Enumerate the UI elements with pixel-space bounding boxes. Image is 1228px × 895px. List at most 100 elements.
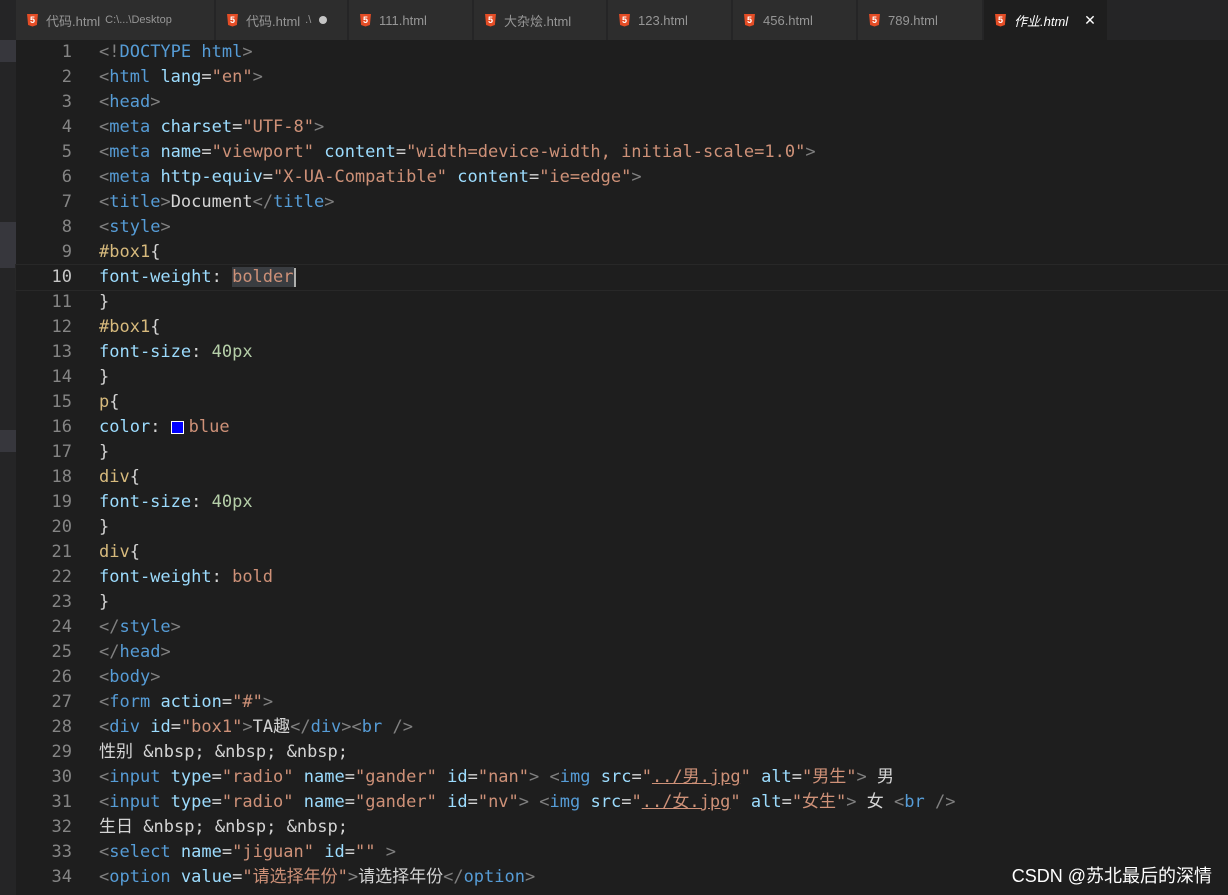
code-line[interactable]: 20} (16, 515, 1228, 540)
html5-file-icon: 5 (227, 13, 238, 27)
code-token: " (631, 792, 642, 812)
code-line[interactable]: 4 <meta charset="UTF-8"> (16, 115, 1228, 140)
close-icon[interactable]: ✕ (1084, 12, 1096, 29)
code-line[interactable]: 14} (16, 365, 1228, 390)
code-line[interactable]: 25 </head> (16, 640, 1228, 665)
code-text: <input type="radio" name="gander" id="nv… (99, 790, 955, 815)
code-line[interactable]: 30 <input type="radio" name="gander" id="… (16, 765, 1228, 790)
code-token: = (344, 767, 355, 787)
code-line[interactable]: 17} (16, 440, 1228, 465)
code-line[interactable]: 27 <form action="#"> (16, 690, 1228, 715)
tab[interactable]: 5 代码.html C:\...\Desktop (16, 0, 215, 40)
code-token: < (99, 217, 110, 237)
code-line[interactable]: 15 p{ (16, 390, 1228, 415)
code-token: = (631, 767, 642, 787)
code-line[interactable]: 8 <style> (16, 215, 1228, 240)
html5-file-icon: 5 (360, 13, 371, 27)
code-line[interactable]: 1 <!DOCTYPE html> (16, 40, 1228, 65)
code-line[interactable]: 3 <head> (16, 90, 1228, 115)
code-token: &nbsp; (143, 817, 205, 837)
code-line[interactable]: 11} (16, 290, 1228, 315)
code-line[interactable]: 21 div{ (16, 540, 1228, 565)
tab[interactable]: 5 作业.html ✕ (984, 0, 1108, 40)
code-token: head (119, 642, 161, 662)
code-token: < (99, 692, 110, 712)
line-number: 8 (61, 217, 72, 237)
code-token: title (273, 192, 325, 212)
code-token: 40px (211, 492, 253, 512)
code-line[interactable]: 13 font-size: 40px (16, 340, 1228, 365)
code-token: >< (341, 717, 362, 737)
line-number: 16 (51, 417, 72, 437)
code-token: type (160, 767, 212, 787)
code-token: = (467, 792, 478, 812)
code-token: < (99, 792, 110, 812)
code-token: p (99, 392, 110, 412)
code-token: " (641, 767, 652, 787)
code-text: font-size: 40px (99, 340, 253, 365)
code-editor[interactable]: 1 <!DOCTYPE html> 2 <html lang="en"> 3 <head>… (15, 40, 1228, 895)
code-token: : (150, 417, 171, 437)
code-token: "女生" (791, 792, 847, 812)
tab[interactable]: 5 456.html (733, 0, 857, 40)
code-token: TA趣 (252, 717, 291, 737)
tab[interactable]: 5 大杂烩.html (474, 0, 607, 40)
code-line[interactable]: 23} (16, 590, 1228, 615)
unsaved-dot-icon[interactable] (319, 16, 328, 24)
code-token: "" (354, 842, 376, 862)
code-token: > (805, 142, 816, 162)
line-number: 17 (51, 442, 72, 462)
code-line[interactable]: 29 性别 &nbsp; &nbsp; &nbsp; (16, 740, 1228, 765)
code-token: > (150, 92, 161, 112)
line-number: 22 (51, 567, 72, 587)
code-token: meta (109, 167, 151, 187)
code-token: = (201, 142, 212, 162)
code-line[interactable]: 19 font-size: 40px (16, 490, 1228, 515)
code-token: div (109, 717, 140, 737)
code-line[interactable]: 16 color: blue (16, 415, 1228, 440)
tab[interactable]: 5 789.html (858, 0, 983, 40)
code-line[interactable]: 2 <html lang="en"> (16, 65, 1228, 90)
code-token: #box1 (99, 242, 151, 262)
code-token: ../男.jpg (651, 767, 741, 787)
code-line[interactable]: 18 div{ (16, 465, 1228, 490)
code-token: action (150, 692, 222, 712)
code-token: = (201, 67, 212, 87)
code-token: < (99, 92, 110, 112)
code-token: > (529, 767, 540, 787)
code-text: font-weight: bolder (99, 265, 296, 290)
code-line[interactable]: 9 #box1{ (16, 240, 1228, 265)
code-token: http-equiv (150, 167, 263, 187)
code-token: > (160, 192, 171, 212)
code-token: img (549, 792, 581, 812)
line-number: 14 (51, 367, 72, 387)
code-token: > (324, 192, 335, 212)
tab[interactable]: 5 代码.html .\ (216, 0, 348, 40)
code-token: = (262, 167, 274, 187)
line-number: 1 (61, 42, 72, 62)
code-token: < (99, 67, 110, 87)
code-line[interactable]: 5 <meta name="viewport" content="width=de… (16, 140, 1228, 165)
tab[interactable]: 5 111.html (349, 0, 473, 40)
code-line[interactable]: 6 <meta http-equiv="X-UA-Compatible" cont… (16, 165, 1228, 190)
color-swatch[interactable] (170, 420, 184, 434)
code-token: > (846, 792, 857, 812)
line-number: 19 (51, 492, 72, 512)
code-line[interactable]: 22 font-weight: bold (16, 565, 1228, 590)
code-token: = (221, 842, 233, 862)
code-text: <html lang="en"> (99, 65, 263, 90)
code-line[interactable]: 31 <input type="radio" name="gander" id="… (16, 790, 1228, 815)
code-line[interactable]: 10 font-weight: bolder (15, 264, 1228, 291)
code-token: src (590, 767, 632, 787)
code-line[interactable]: 28 <div id="box1">TA趣</div><br /> (16, 715, 1228, 740)
code-text: 生日 &nbsp; &nbsp; &nbsp; (99, 815, 348, 840)
code-line[interactable]: 7 <title>Document</title> (16, 190, 1228, 215)
code-line[interactable]: 24 </style> (16, 615, 1228, 640)
code-line[interactable]: 12 #box1{ (16, 315, 1228, 340)
code-line[interactable]: 32 生日 &nbsp; &nbsp; &nbsp; (16, 815, 1228, 840)
html5-file-icon: 5 (485, 13, 496, 27)
code-line[interactable]: 26 <body> (16, 665, 1228, 690)
tab[interactable]: 5 123.html (608, 0, 732, 40)
